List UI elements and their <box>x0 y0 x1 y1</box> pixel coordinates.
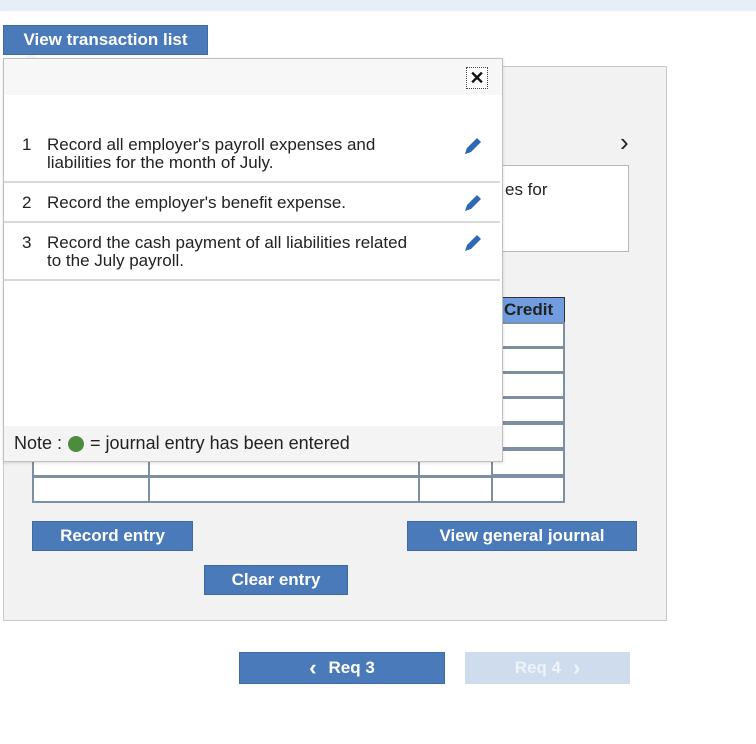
next-requirement-label: Req 4 <box>514 658 561 677</box>
transaction-row-2[interactable]: 2 Record the employer's benefit expense. <box>4 183 500 223</box>
next-transaction-chevron-icon[interactable]: › <box>620 127 629 158</box>
pencil-icon[interactable] <box>462 192 484 214</box>
transaction-number: 3 <box>22 233 32 252</box>
credit-cell[interactable] <box>501 322 565 348</box>
prev-requirement-label: Req 3 <box>328 658 375 677</box>
clear-entry-button[interactable]: Clear entry <box>204 565 348 595</box>
credit-cell[interactable] <box>501 347 565 373</box>
transaction-row-3[interactable]: 3 Record the cash payment of all liabili… <box>4 223 500 281</box>
prev-requirement-button[interactable]: ‹ Req 3 <box>239 652 445 684</box>
record-entry-button[interactable]: Record entry <box>32 521 193 551</box>
credit-cell[interactable] <box>501 423 565 449</box>
transaction-number: 1 <box>22 135 32 154</box>
note-text: = journal entry has been entered <box>90 433 350 453</box>
entered-dot-icon <box>68 435 85 452</box>
chevron-left-icon: ‹ <box>309 655 317 680</box>
transaction-row-1[interactable]: 1 Record all employer's payroll expenses… <box>4 95 500 183</box>
pencil-icon[interactable] <box>462 232 484 254</box>
account-cell[interactable] <box>148 476 420 503</box>
chevron-right-icon: › <box>572 655 581 680</box>
credit-cell[interactable] <box>491 476 565 503</box>
top-bar <box>0 0 756 11</box>
debit-cell[interactable] <box>418 476 493 503</box>
next-requirement-button[interactable]: Req 4 › <box>465 652 630 684</box>
note-legend: Note : = journal entry has been entered <box>4 426 502 461</box>
transaction-text: Record the employer's benefit expense. <box>47 193 347 212</box>
credit-column-header: Credit <box>501 297 565 323</box>
transaction-description: es for <box>500 165 629 252</box>
transaction-text: Record all employer's payroll expenses a… <box>47 135 376 172</box>
pencil-icon[interactable] <box>462 135 484 157</box>
transaction-number: 2 <box>22 193 32 212</box>
date-cell[interactable] <box>32 476 150 503</box>
close-icon[interactable]: ✕ <box>466 67 488 89</box>
credit-cell[interactable] <box>501 372 565 398</box>
credit-cell[interactable] <box>501 397 565 423</box>
transaction-text: Record the cash payment of all liabiliti… <box>47 233 408 270</box>
note-prefix: Note : <box>14 433 63 453</box>
view-general-journal-button[interactable]: View general journal <box>407 521 637 551</box>
view-transaction-list-button[interactable]: View transaction list <box>3 25 208 55</box>
